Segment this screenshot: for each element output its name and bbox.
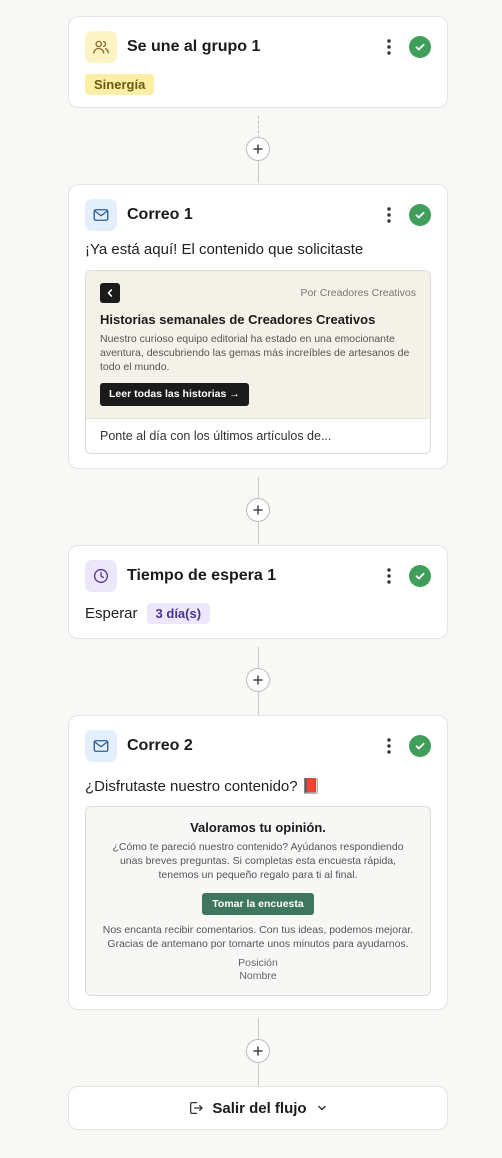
signature-name: Nombre [239, 970, 277, 982]
read-stories-button[interactable]: Leer todas las historias → [100, 383, 249, 406]
add-step-button[interactable] [246, 668, 270, 692]
step-title: Correo 2 [127, 737, 193, 754]
connector-line [258, 692, 259, 715]
back-button[interactable] [100, 283, 120, 303]
step-card-email-2[interactable]: Correo 2 ¿Disfrutaste nuestro contenido?… [68, 715, 448, 1010]
wait-label: Esperar [85, 605, 138, 622]
preview-body: Por Creadores Creativos Historias semana… [86, 271, 430, 418]
connector-line [258, 161, 259, 183]
exit-flow-label: Salir del flujo [212, 1099, 307, 1117]
clock-icon [85, 560, 117, 592]
wait-row: Esperar 3 día(s) [85, 603, 211, 624]
kebab-menu-icon[interactable] [381, 736, 397, 756]
kebab-menu-icon[interactable] [381, 37, 397, 57]
preview-text: Nuestro curioso equipo editorial ha esta… [100, 333, 410, 373]
email-preview[interactable]: Por Creadores Creativos Historias semana… [85, 270, 431, 454]
email-subject: ¿Disfrutaste nuestro contenido? 📕 [85, 778, 321, 795]
wait-duration: 3 día(s) [146, 603, 211, 624]
step-header: Tiempo de espera 1 [85, 560, 431, 592]
logout-icon [190, 1102, 204, 1114]
kebab-menu-icon[interactable] [381, 205, 397, 225]
step-header: Correo 2 [85, 730, 431, 762]
add-step-button[interactable] [246, 137, 270, 161]
chevron-down-icon[interactable] [316, 1102, 328, 1114]
add-step-button[interactable] [246, 1039, 270, 1063]
check-icon [409, 565, 431, 587]
step-card-wait[interactable]: Tiempo de espera 1 Esperar 3 día(s) [68, 545, 448, 639]
plus-icon [253, 505, 263, 515]
check-icon [409, 36, 431, 58]
preview-heading: Historias semanales de Creadores Creativ… [100, 312, 376, 327]
connector-line [258, 1063, 259, 1086]
preview-footer: Ponte al día con los últimos artículos d… [100, 429, 332, 443]
preview-text: ¿Cómo te pareció nuestro contenido? Ayúd… [112, 841, 404, 881]
step-card-email-1[interactable]: Correo 1 ¡Ya está aquí! El contenido que… [68, 184, 448, 469]
preview-byline: Por Creadores Creativos [300, 287, 416, 299]
kebab-menu-icon[interactable] [381, 566, 397, 586]
group-tag: Sinergía [85, 74, 155, 95]
add-step-button[interactable] [246, 498, 270, 522]
step-header: Se une al grupo 1 [85, 31, 431, 63]
check-icon [409, 204, 431, 226]
plus-icon [253, 1046, 263, 1056]
step-title: Tiempo de espera 1 [127, 567, 277, 584]
chevron-left-icon [107, 289, 113, 297]
connector-line [258, 477, 259, 499]
users-icon [85, 31, 117, 63]
step-header: Correo 1 [85, 199, 431, 231]
email-subject: ¡Ya está aquí! El contenido que solicita… [85, 241, 364, 258]
take-survey-button[interactable]: Tomar la encuesta [202, 893, 314, 915]
divider [86, 418, 430, 419]
preview-footer-text: Nos encanta recibir comentarios. Con tus… [102, 924, 414, 950]
connector-line [258, 522, 259, 544]
preview-heading: Valoramos tu opinión. [190, 820, 326, 835]
connector-line [258, 116, 259, 138]
mail-icon [85, 199, 117, 231]
connector-line [258, 1018, 259, 1039]
step-title: Se une al grupo 1 [127, 38, 261, 55]
mail-icon [85, 730, 117, 762]
step-card-group[interactable]: Se une al grupo 1 Sinergía [68, 16, 448, 108]
step-title: Correo 1 [127, 206, 193, 223]
signature-position: Posición [238, 957, 278, 969]
exit-flow-button[interactable]: Salir del flujo [68, 1086, 448, 1130]
connector-line [258, 647, 259, 668]
check-icon [409, 735, 431, 757]
plus-icon [253, 675, 263, 685]
email-preview[interactable]: Valoramos tu opinión. ¿Cómo te pareció n… [85, 806, 431, 996]
plus-icon [253, 144, 263, 154]
